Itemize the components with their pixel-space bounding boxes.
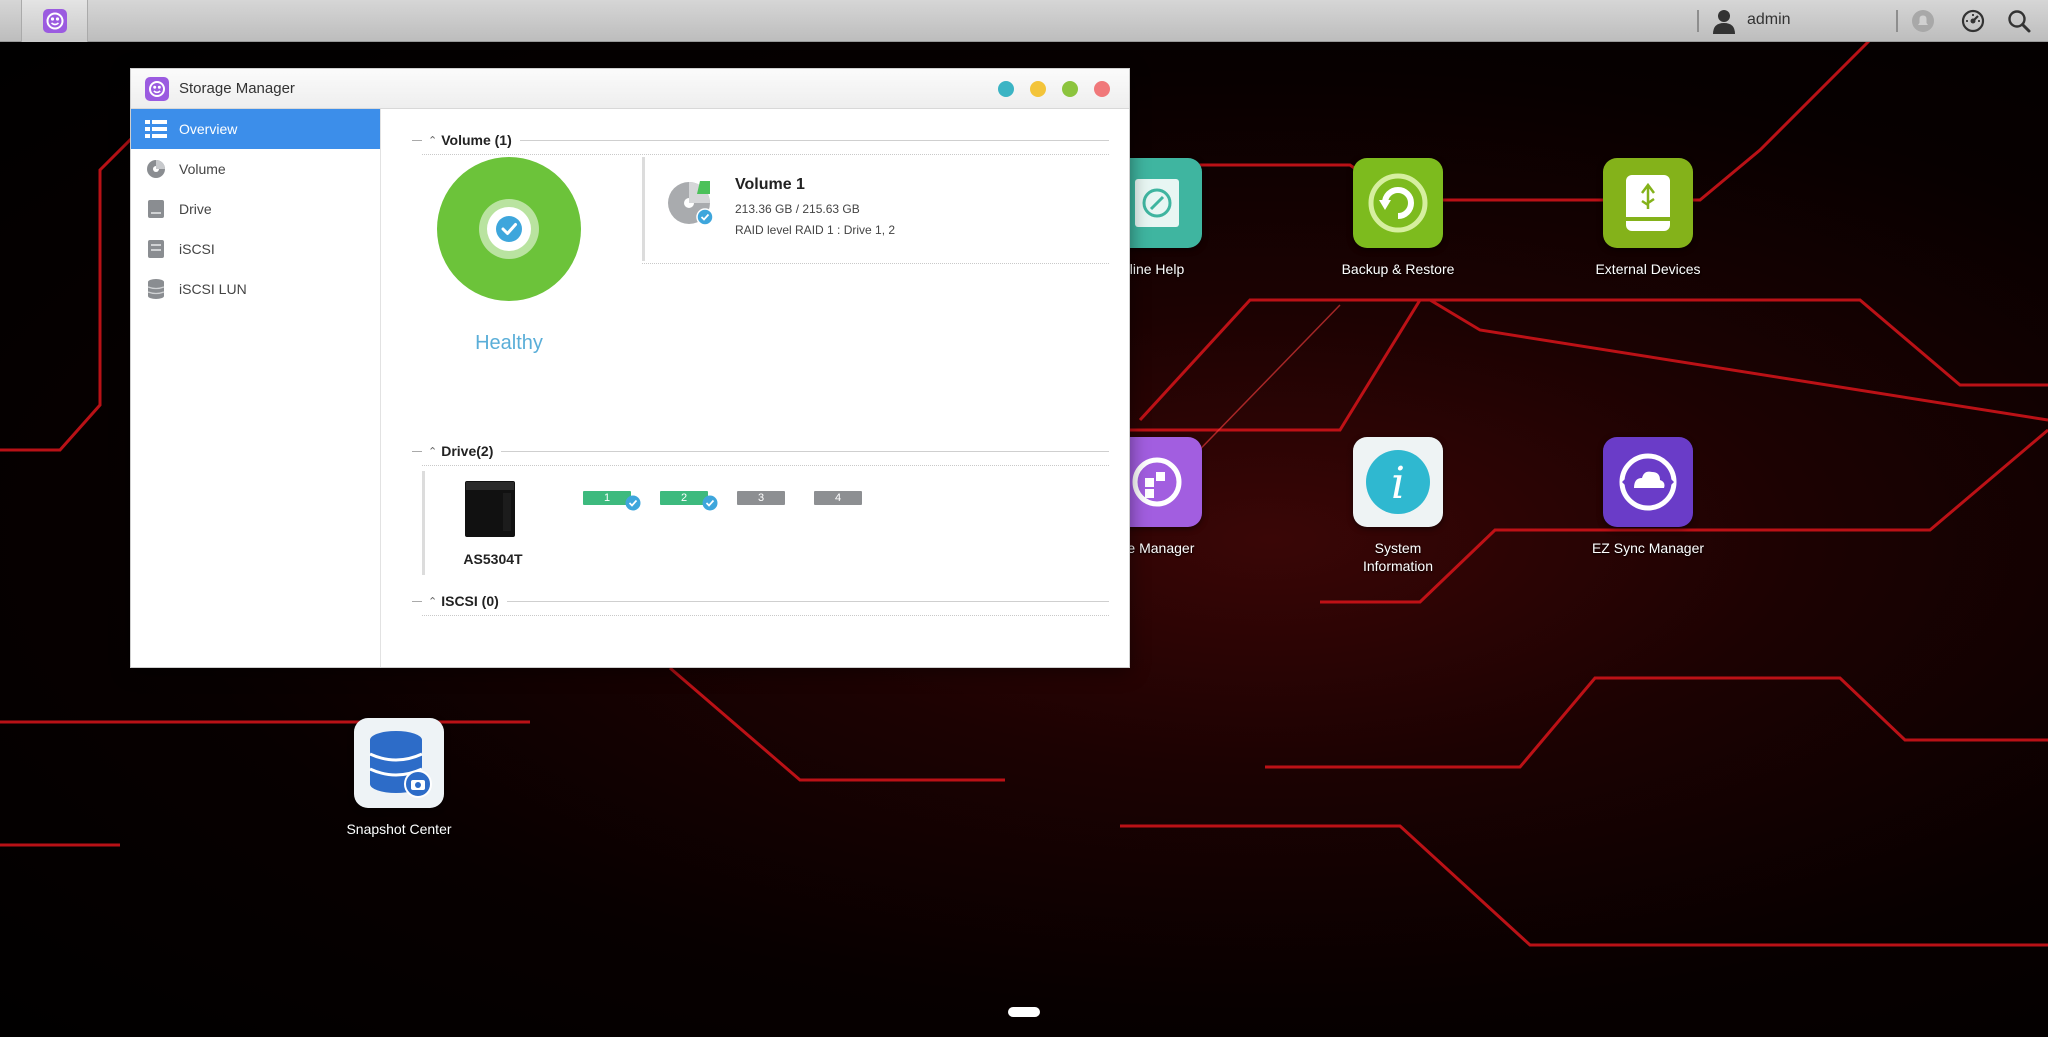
ez-sync-icon: [1603, 437, 1693, 527]
divider: [422, 154, 1109, 155]
iscsi-icon: [145, 239, 167, 259]
user-name[interactable]: admin: [1747, 11, 1791, 29]
search-icon[interactable]: [2006, 8, 2032, 34]
nas-model-name: AS5304T: [463, 551, 523, 567]
divider: [422, 465, 1109, 466]
window-titlebar[interactable]: Storage Manager: [131, 69, 1129, 109]
iscsi-section-header[interactable]: ⌃ ISCSI (0): [412, 593, 1109, 609]
volume-disc-icon: [668, 181, 714, 226]
sidebar-item-label: iSCSI: [179, 241, 215, 257]
taskbar-storage-manager-tab[interactable]: [22, 0, 88, 42]
check-icon: [702, 495, 718, 511]
sidebar: Overview Volume Drive iSCSI iSCSI LUN: [131, 109, 381, 667]
volume-icon: [145, 159, 167, 179]
header-line: [519, 139, 1109, 141]
snapshot-center-icon: [354, 718, 444, 808]
volume-capacity: 213.36 GB / 215.63 GB: [735, 202, 860, 216]
desktop-icon-external-devices[interactable]: External Devices: [1558, 158, 1738, 278]
iscsi-lun-icon: [145, 279, 167, 299]
user-icon[interactable]: [1711, 8, 1737, 34]
slot-number: 2: [680, 492, 688, 504]
close-button[interactable]: [1094, 81, 1110, 97]
volume-card[interactable]: Volume 1 213.36 GB / 215.63 GB RAID leve…: [642, 157, 1102, 261]
sidebar-item-label: Overview: [179, 121, 238, 137]
pin-button[interactable]: [998, 81, 1014, 97]
sidebar-item-drive[interactable]: Drive: [131, 189, 380, 229]
collapse-caret-icon[interactable]: ⌃: [428, 134, 437, 147]
check-icon: [625, 495, 641, 511]
storage-manager-window[interactable]: Storage Manager Overview Volume Drive iS…: [130, 68, 1130, 668]
divider: [642, 263, 1109, 264]
taskbar-separator: [1896, 10, 1898, 32]
sidebar-item-iscsi-lun[interactable]: iSCSI LUN: [131, 269, 380, 309]
sidebar-item-label: Volume: [179, 161, 226, 177]
sidebar-item-volume[interactable]: Volume: [131, 149, 380, 189]
overview-panel: ⌃ Volume (1) Healthy Volume 1 213.36 GB …: [382, 109, 1129, 667]
backup-restore-icon: [1353, 158, 1443, 248]
sidebar-item-label: iSCSI LUN: [179, 281, 247, 297]
external-devices-icon: [1603, 158, 1693, 248]
drive-slot-4[interactable]: 4: [814, 491, 862, 505]
slot-number: 3: [757, 492, 765, 504]
window-title: Storage Manager: [179, 80, 295, 97]
desktop-icon-backup-restore[interactable]: Backup & Restore: [1308, 158, 1488, 278]
drive-card[interactable]: AS5304T 1 2 3 4: [422, 471, 1107, 575]
slot-number: 4: [834, 492, 842, 504]
sidebar-item-iscsi[interactable]: iSCSI: [131, 229, 380, 269]
slot-number: 1: [603, 492, 611, 504]
storage-manager-app-icon: [42, 9, 67, 33]
home-indicator[interactable]: [1008, 1007, 1040, 1017]
desktop-icon-system-information[interactable]: i System Information: [1308, 437, 1488, 575]
desktop-icon-label: Snapshot Center: [346, 821, 452, 837]
volume-health-status: Healthy: [475, 332, 543, 354]
desktop-icon-label: System Information: [1362, 540, 1434, 574]
nas-device-icon: [465, 481, 515, 537]
svg-text:i: i: [1391, 458, 1405, 509]
drive-section-title: Drive(2): [441, 443, 494, 459]
taskbar-separator: [1697, 10, 1699, 32]
maximize-button[interactable]: [1062, 81, 1078, 97]
header-line: [506, 600, 1109, 602]
drive-section-header[interactable]: ⌃ Drive(2): [412, 443, 1109, 459]
sidebar-item-label: Drive: [179, 201, 212, 217]
minimize-button[interactable]: [1030, 81, 1046, 97]
desktop-icon-ez-sync-manager[interactable]: EZ Sync Manager: [1558, 437, 1738, 557]
dashboard-icon[interactable]: [1960, 8, 1986, 34]
header-line: [501, 450, 1109, 452]
desktop-icon-label: EZ Sync Manager: [1591, 540, 1705, 556]
desktop-icon-label: Backup & Restore: [1341, 261, 1455, 277]
divider: [422, 615, 1109, 616]
volume-section-title: Volume (1): [441, 132, 512, 148]
sidebar-item-overview[interactable]: Overview: [131, 109, 380, 149]
taskbar: admin: [0, 0, 2048, 42]
storage-manager-app-icon: [145, 77, 169, 101]
iscsi-section-title: ISCSI (0): [441, 593, 499, 609]
drive-slot-1[interactable]: 1: [583, 491, 641, 511]
notification-icon[interactable]: [1910, 8, 1936, 34]
header-dash: [412, 450, 422, 452]
system-information-icon: i: [1353, 437, 1443, 527]
drive-slot-2[interactable]: 2: [660, 491, 718, 511]
desktop-icon-label: External Devices: [1595, 261, 1701, 277]
collapse-caret-icon[interactable]: ⌃: [428, 595, 437, 608]
desktop-icon-snapshot-center[interactable]: Snapshot Center: [309, 718, 489, 838]
healthy-status-icon: [437, 157, 581, 301]
volume-section-header[interactable]: ⌃ Volume (1): [412, 132, 1109, 148]
header-dash: [412, 139, 422, 141]
overview-icon: [145, 119, 167, 139]
header-dash: [412, 600, 422, 602]
collapse-caret-icon[interactable]: ⌃: [428, 445, 437, 458]
volume-name: Volume 1: [735, 176, 805, 193]
taskbar-edge: [0, 0, 22, 42]
drive-slot-3[interactable]: 3: [737, 491, 785, 505]
volume-raid-info: RAID level RAID 1 : Drive 1, 2: [735, 223, 896, 237]
drive-icon: [145, 199, 167, 219]
